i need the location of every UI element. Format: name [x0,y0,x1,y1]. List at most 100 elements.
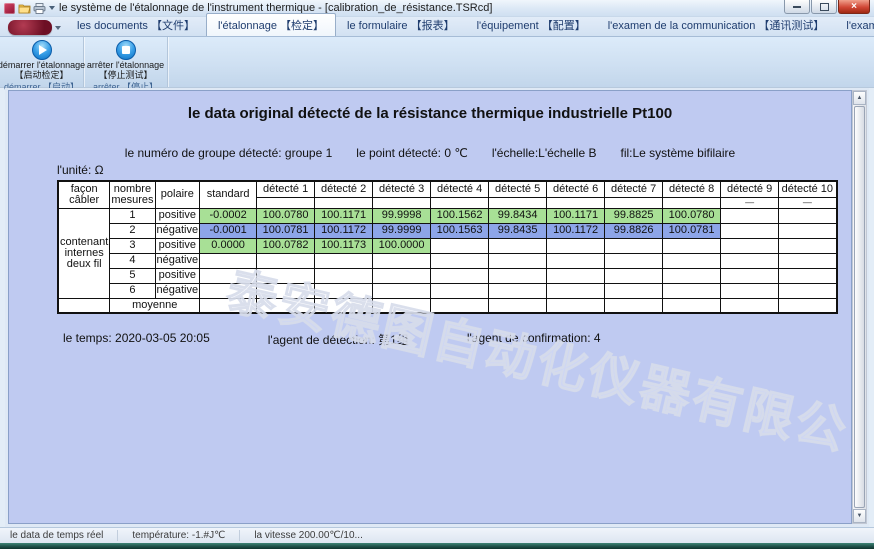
ribbon-tabs: les documents 【文件】l'étalonnage 【检定】le fo… [66,17,874,36]
status-section-2: la vitesse 200.00℃/10... [240,530,377,541]
tab-5[interactable]: l'examen simulé 【模拟测试】 [835,14,874,36]
detected-value-cell: 100.1171 [547,208,605,223]
detected-value-cell [257,268,315,283]
mean-label-cell: moyenne [110,298,200,313]
detected-value-cell: 99.9999 [373,223,431,238]
status-section-1: température: -1.#J℃ [118,530,240,541]
polarity-cell: positive [155,268,200,283]
detected-value-cell [605,238,663,253]
detected-value-cell [489,238,547,253]
close-icon: × [851,2,857,12]
standard-value-cell [200,283,257,298]
ribbon: démarrer l'étalonnage 【启动检定】 démarrer 【启… [0,36,874,88]
qat-dropdown-icon[interactable] [49,6,55,10]
detected-value-cell [373,268,431,283]
table-header-cell: détecté 4 [431,181,489,197]
footer-segment-0: le temps: 2020-03-05 20:05 [63,331,210,348]
table-subheader-cell [605,197,663,208]
detected-value-cell: 99.8826 [605,223,663,238]
detected-value-cell: 99.8434 [489,208,547,223]
detected-value-cell [489,253,547,268]
detected-value-cell: 100.1171 [315,208,373,223]
wiring-label-cell: contenant internes deux fil [58,208,110,298]
detected-value-cell: 100.0781 [257,223,315,238]
detected-value-cell: 100.1172 [547,223,605,238]
table-header-cell: détecté 7 [605,181,663,197]
app-menu-button[interactable] [8,20,52,35]
footer-segment-1: l'agent de détection: 第1组 [268,331,409,348]
mean-value-cell [489,298,547,313]
detected-value-cell [721,268,779,283]
polarity-cell: négative [155,253,200,268]
document-title: le data original détecté de la résistanc… [9,105,851,122]
close-button[interactable]: × [838,0,870,14]
start-calibration-button[interactable]: démarrer l'étalonnage 【启动检定】 [0,37,85,80]
polarity-cell: négative [155,223,200,238]
table-subheader-cell [547,197,605,208]
document-panel: le data original détecté de la résistanc… [8,90,852,524]
vertical-scrollbar[interactable]: ▲ ▼ [852,90,867,524]
open-file-icon[interactable] [18,2,31,14]
table-header-cell: façon câbler [58,181,110,208]
polarity-cell: négative [155,283,200,298]
table-subheader-cell [663,197,721,208]
table-subheader-cell [489,197,547,208]
detected-value-cell [721,238,779,253]
mean-value-cell [547,298,605,313]
scroll-down-icon[interactable]: ▼ [853,509,866,523]
detected-value-cell [373,283,431,298]
detected-value-cell [721,223,779,238]
footer-segment-2: l'agent de confirmation: 4 [467,331,601,348]
detected-value-cell [431,268,489,283]
detected-value-cell [315,253,373,268]
table-header-cell: détecté 3 [373,181,431,197]
table-subheader-cell [315,197,373,208]
tab-3[interactable]: l'équipement 【配置】 [466,14,597,36]
measure-number-cell: 5 [110,268,155,283]
start-button-label-cn: 【启动检定】 [14,70,68,80]
polarity-cell: positive [155,208,200,223]
tab-1[interactable]: l'étalonnage 【检定】 [206,13,336,36]
stop-calibration-button[interactable]: arrêter l'étalonnage 【停止测试】 [87,37,164,80]
detected-value-cell [721,208,779,223]
detected-value-cell [257,283,315,298]
detected-value-cell [721,283,779,298]
detected-value-cell [489,268,547,283]
mean-standard-cell [200,298,257,313]
detected-value-cell: 99.8435 [489,223,547,238]
measure-number-cell: 1 [110,208,155,223]
standard-value-cell: 0.0000 [200,238,257,253]
stop-button-label-cn: 【停止测试】 [98,70,152,80]
table-subheader-cell: — [721,197,779,208]
detected-value-cell [663,283,721,298]
mean-value-cell [373,298,431,313]
detected-value-cell: 100.1562 [431,208,489,223]
maximize-button[interactable] [811,0,837,14]
detected-value-cell: 100.0000 [373,238,431,253]
tab-4[interactable]: l'examen de la communication 【通讯测试】 [597,14,836,36]
tab-0[interactable]: les documents 【文件】 [66,14,206,36]
print-icon[interactable] [33,2,46,14]
standard-value-cell: -0.0002 [200,208,257,223]
standard-value-cell [200,253,257,268]
app-icon[interactable] [4,3,15,14]
info-segment-3: fil:Le système bifilaire [620,146,735,160]
detected-value-cell [315,268,373,283]
detected-value-cell [779,283,837,298]
detected-value-cell [547,253,605,268]
tab-2[interactable]: le formulaire 【报表】 [336,14,466,36]
detected-value-cell [721,253,779,268]
detected-value-cell: 100.0782 [257,238,315,253]
mean-value-cell [663,298,721,313]
table-header-cell: détecté 8 [663,181,721,197]
detected-value-cell [257,253,315,268]
detection-info-row: le numéro de groupe détecté: groupe 1le … [9,146,851,160]
table-subheader-cell [431,197,489,208]
minimize-button[interactable] [784,0,810,14]
scroll-up-icon[interactable]: ▲ [853,91,866,105]
detected-value-cell [547,268,605,283]
mdi-client-area: le data original détecté de la résistanc… [5,88,869,527]
detected-value-cell: 100.0780 [257,208,315,223]
table-header-cell: détecté 6 [547,181,605,197]
scrollbar-thumb[interactable] [854,106,865,508]
